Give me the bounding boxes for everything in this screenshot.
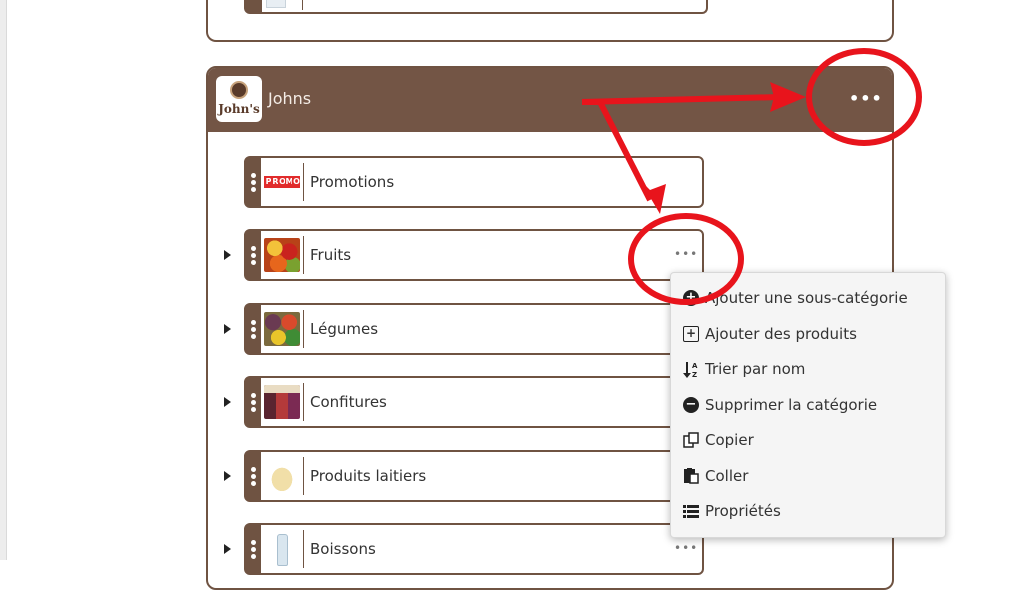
expand-caret-icon[interactable] [224,250,231,260]
store-logo-emblem-icon [230,81,248,99]
divider [303,530,304,568]
divider [302,0,303,10]
paste-icon [683,468,699,484]
drag-handle[interactable] [246,231,261,279]
store-logo: John's [216,76,262,122]
category-row-promotions[interactable]: P R O M O Promotions [244,156,704,208]
drag-handle[interactable] [246,452,261,500]
drag-handle[interactable] [246,525,261,573]
list-icon [683,503,699,519]
sort-az-icon: A Z [683,361,699,379]
expand-caret-icon[interactable] [224,324,231,334]
store-card-header: John's Johns ••• [208,68,892,132]
category-row-confitures[interactable]: Confitures [244,376,704,428]
divider [303,383,304,421]
bottle-thumbnail [264,532,300,566]
category-row-fruits[interactable]: Fruits ••• [244,229,704,281]
drag-handle[interactable] [246,158,261,206]
expand-caret-icon[interactable] [224,544,231,554]
drag-handle[interactable] [246,305,261,353]
copy-icon [683,432,699,448]
fruits-thumbnail [264,238,300,272]
ellipsis-icon[interactable]: ••• [849,90,882,110]
category-label: Confitures [310,393,387,411]
store-name: Johns [268,89,312,108]
bottle-icon [266,0,286,8]
category-label: Produits laitiers [310,467,427,485]
previous-category-row[interactable] [244,0,708,14]
divider [303,236,304,274]
jams-thumbnail [264,385,300,419]
ellipsis-icon[interactable]: ••• [674,541,697,555]
ellipsis-icon[interactable]: ••• [674,247,697,261]
svg-text:Z: Z [692,371,697,379]
minus-circle-icon: − [683,397,699,413]
svg-text:A: A [692,362,698,370]
category-label: Boissons [310,540,376,558]
vegetables-thumbnail [264,312,300,346]
dairy-thumbnail [264,459,300,493]
expand-caret-icon[interactable] [224,471,231,481]
category-row-legumes[interactable]: Légumes [244,303,704,355]
store-logo-text: John's [218,102,260,116]
category-label: Légumes [310,320,379,338]
left-scroll-edge [0,0,7,560]
drag-handle[interactable] [246,378,261,426]
category-label: Promotions [310,173,395,191]
category-row-produits-laitiers[interactable]: Produits laitiers [244,450,704,502]
divider [303,457,304,495]
divider [303,163,304,201]
previous-store-card [206,0,894,42]
expand-caret-icon[interactable] [224,397,231,407]
category-label: Fruits [310,246,352,264]
drag-handle[interactable] [246,0,262,12]
plus-circle-icon: + [683,290,699,306]
divider [303,310,304,348]
category-row-boissons[interactable]: Boissons ••• [244,523,704,575]
promo-thumbnail: P R O M O [264,165,300,199]
category-context-menu: + Ajouter une sous-catégorie + Ajouter d… [670,272,946,538]
plus-square-icon: + [683,326,699,342]
